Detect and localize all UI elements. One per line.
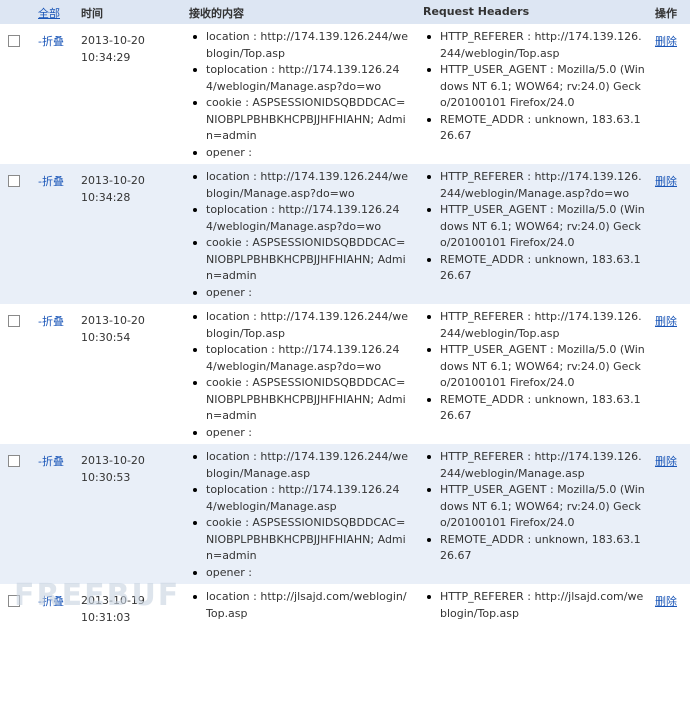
- timestamp-time: 10:34:29: [81, 50, 131, 64]
- header-item: REMOTE_ADDR : unknown, 183.63.126.67: [423, 112, 645, 145]
- request-headers-list: HTTP_REFERER : http://174.139.126.244/we…: [423, 169, 645, 285]
- request-headers-list: HTTP_REFERER : http://174.139.126.244/we…: [423, 29, 645, 145]
- timestamp-date: 2013-10-20: [81, 314, 145, 327]
- table-row: -折叠 2013-10-20 10:34:28 location : http://1…: [0, 164, 690, 304]
- action-column-header: 操作: [655, 7, 677, 20]
- select-all-link[interactable]: 全部: [38, 5, 60, 21]
- request-headers-list: HTTP_REFERER : http://174.139.126.244/we…: [423, 449, 645, 565]
- header-item: HTTP_REFERER : http://174.139.126.244/we…: [423, 169, 645, 202]
- delete-link[interactable]: 删除: [655, 33, 677, 49]
- delete-link[interactable]: 删除: [655, 173, 677, 189]
- row-checkbox[interactable]: [8, 455, 20, 467]
- content-item: opener :: [189, 145, 410, 162]
- received-content-list: location : http://174.139.126.244/weblog…: [189, 169, 410, 301]
- request-headers-list: HTTP_REFERER : http://jlsajd.com/weblogi…: [423, 589, 645, 622]
- header-item: HTTP_USER_AGENT : Mozilla/5.0 (Windows N…: [423, 202, 645, 252]
- header-item: HTTP_REFERER : http://174.139.126.244/we…: [423, 309, 645, 342]
- fold-link[interactable]: -折叠: [38, 313, 64, 329]
- content-item: opener :: [189, 285, 410, 302]
- timestamp: 2013-10-20 10:30:54: [81, 313, 181, 346]
- request-headers-column-header: Request Headers: [423, 5, 530, 18]
- timestamp-time: 10:31:03: [81, 610, 131, 624]
- table-header: 全部 时间 接收的内容 Request Headers 操作: [0, 0, 690, 24]
- fold-link[interactable]: -折叠: [38, 593, 64, 609]
- header-item: HTTP_REFERER : http://174.139.126.244/we…: [423, 29, 645, 62]
- table-row: -折叠 2013-10-20 10:34:29 location : http://1…: [0, 24, 690, 164]
- timestamp-date: 2013-10-20: [81, 34, 145, 47]
- content-item: location : http://174.139.126.244/weblog…: [189, 169, 410, 202]
- content-item: location : http://174.139.126.244/weblog…: [189, 29, 410, 62]
- delete-link[interactable]: 删除: [655, 313, 677, 329]
- table-row: -折叠 2013-10-20 10:30:53 location : http://1…: [0, 444, 690, 584]
- fold-link[interactable]: -折叠: [38, 33, 64, 49]
- header-item: HTTP_REFERER : http://jlsajd.com/weblogi…: [423, 589, 645, 622]
- content-item: opener :: [189, 565, 410, 582]
- timestamp: 2013-10-20 10:30:53: [81, 453, 181, 486]
- request-headers-list: HTTP_REFERER : http://174.139.126.244/we…: [423, 309, 645, 425]
- header-item: HTTP_REFERER : http://174.139.126.244/we…: [423, 449, 645, 482]
- content-item: location : http://174.139.126.244/weblog…: [189, 449, 410, 482]
- content-item: location : http://jlsajd.com/weblogin/To…: [189, 589, 410, 622]
- delete-link[interactable]: 删除: [655, 453, 677, 469]
- table-row: -折叠 2013-10-20 10:30:54 location : http://1…: [0, 304, 690, 444]
- row-checkbox[interactable]: [8, 315, 20, 327]
- header-item: HTTP_USER_AGENT : Mozilla/5.0 (Windows N…: [423, 342, 645, 392]
- table-row: -折叠 2013-10-19 10:31:03 location : http://j…: [0, 584, 690, 724]
- received-content-list: location : http://jlsajd.com/weblogin/To…: [189, 589, 410, 622]
- timestamp-date: 2013-10-20: [81, 174, 145, 187]
- header-item: REMOTE_ADDR : unknown, 183.63.126.67: [423, 532, 645, 565]
- fold-link[interactable]: -折叠: [38, 173, 64, 189]
- content-item: cookie : ASPSESSIONIDSQBDDCAC=NIOBPLPBHB…: [189, 95, 410, 145]
- fold-link[interactable]: -折叠: [38, 453, 64, 469]
- timestamp-time: 10:34:28: [81, 190, 131, 204]
- header-item: HTTP_USER_AGENT : Mozilla/5.0 (Windows N…: [423, 482, 645, 532]
- delete-link[interactable]: 删除: [655, 593, 677, 609]
- timestamp-date: 2013-10-20: [81, 454, 145, 467]
- timestamp-date: 2013-10-19: [81, 594, 145, 607]
- row-checkbox[interactable]: [8, 175, 20, 187]
- content-column-header: 接收的内容: [189, 7, 244, 20]
- row-checkbox[interactable]: [8, 595, 20, 607]
- timestamp: 2013-10-19 10:31:03: [81, 593, 181, 626]
- timestamp-time: 10:30:54: [81, 330, 131, 344]
- content-item: cookie : ASPSESSIONIDSQBDDCAC=NIOBPLPBHB…: [189, 235, 410, 285]
- received-content-list: location : http://174.139.126.244/weblog…: [189, 29, 410, 161]
- received-content-list: location : http://174.139.126.244/weblog…: [189, 309, 410, 441]
- content-item: location : http://174.139.126.244/weblog…: [189, 309, 410, 342]
- content-item: cookie : ASPSESSIONIDSQBDDCAC=NIOBPLPBHB…: [189, 375, 410, 425]
- content-item: cookie : ASPSESSIONIDSQBDDCAC=NIOBPLPBHB…: [189, 515, 410, 565]
- timestamp: 2013-10-20 10:34:29: [81, 33, 181, 66]
- header-item: REMOTE_ADDR : unknown, 183.63.126.67: [423, 252, 645, 285]
- content-item: toplocation : http://174.139.126.244/web…: [189, 342, 410, 375]
- timestamp: 2013-10-20 10:34:28: [81, 173, 181, 206]
- received-content-list: location : http://174.139.126.244/weblog…: [189, 449, 410, 581]
- content-item: toplocation : http://174.139.126.244/web…: [189, 62, 410, 95]
- content-item: toplocation : http://174.139.126.244/web…: [189, 482, 410, 515]
- header-item: HTTP_USER_AGENT : Mozilla/5.0 (Windows N…: [423, 62, 645, 112]
- header-item: REMOTE_ADDR : unknown, 183.63.126.67: [423, 392, 645, 425]
- time-column-header: 时间: [81, 7, 103, 20]
- content-item: toplocation : http://174.139.126.244/web…: [189, 202, 410, 235]
- timestamp-time: 10:30:53: [81, 470, 131, 484]
- content-item: opener :: [189, 425, 410, 442]
- row-checkbox[interactable]: [8, 35, 20, 47]
